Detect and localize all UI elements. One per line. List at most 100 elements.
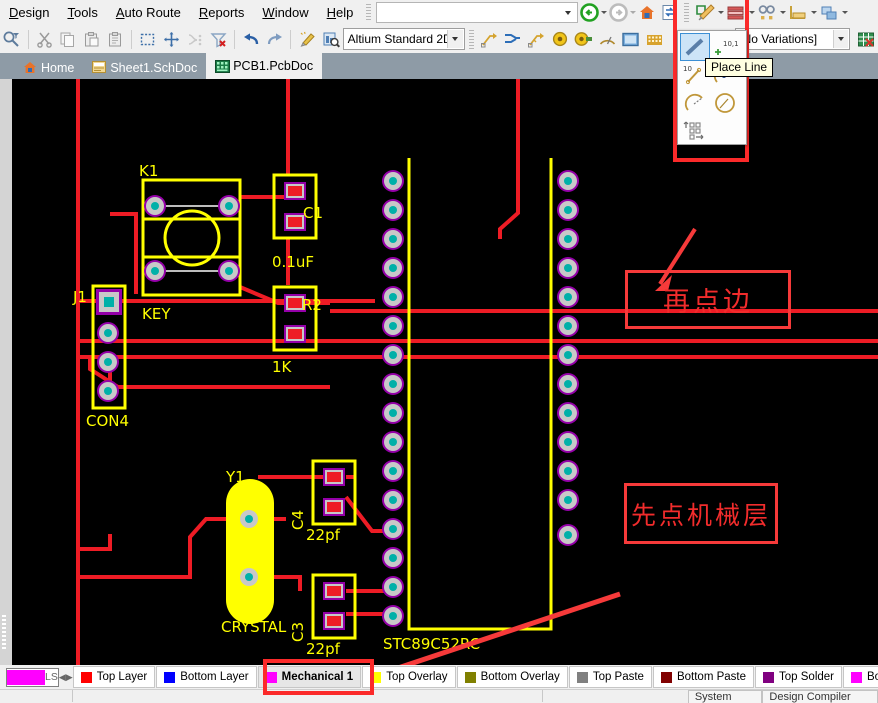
annotation-click-edge-box: 再点边 [625,270,791,329]
place-track-icon[interactable] [478,27,502,51]
menu-item-help[interactable]: Help [318,2,363,23]
place-polygon-icon[interactable] [643,27,667,51]
chevron-down-icon[interactable] [833,30,849,48]
annotation-click-mechanical-layer-text: 先点机械层 [630,500,771,530]
place-toolbar-grip[interactable] [468,29,474,49]
drawing-tools-flyout[interactable]: 10,10 10 [677,30,747,145]
menu-item-auto-route[interactable]: Auto Route [107,2,190,23]
place-line-tooltip: Place Line [705,58,774,77]
paste-icon[interactable] [80,27,104,51]
mechanical-layer-highlight-frame [263,659,374,695]
place-array-paste-icon[interactable] [680,117,710,145]
layers-button[interactable] [817,1,841,25]
place-pad-icon[interactable] [572,27,596,51]
layer-color-swatch [576,671,588,683]
select-area-icon[interactable] [136,27,160,51]
layer-tab-top-overlay[interactable]: Top Overlay [362,666,456,688]
layer-tab-top-layer[interactable]: Top Layer [72,666,156,688]
designator-c3-value: 22pf [306,640,341,658]
chevron-down-icon[interactable] [446,30,463,48]
toolbar-grip[interactable] [366,4,372,21]
doc-tab-pcb1-label: PCB1.PcbDoc [233,59,314,73]
layer-scroll-right-button[interactable]: ▶ [66,668,73,686]
move-icon[interactable] [160,27,184,51]
designator-r2: R2 [302,296,322,314]
component-c4 [311,459,357,526]
layer-tab-bar: LS ◀ ▶ Top Layer Bottom Layer Mechanical… [0,665,878,689]
back-button[interactable] [578,2,600,24]
layer-tab-bottom-paste[interactable]: Bottom Paste [652,666,755,688]
doc-tab-home-label: Home [41,60,75,75]
place-full-circle-icon[interactable] [710,89,740,117]
find-button[interactable] [755,1,779,25]
designator-c4-value: 22pf [306,526,341,544]
layer-tab-label: Top Layer [96,671,148,683]
place-arc-icon[interactable] [596,27,620,51]
layer-tab-label: Bottom Layer [180,671,249,683]
zoom-filter-icon[interactable] [0,27,24,51]
component-k1 [141,178,242,297]
search-combo[interactable] [376,2,579,23]
doc-tab-sheet1[interactable]: Sheet1.SchDoc [83,56,206,79]
cut-icon[interactable] [33,27,57,51]
designator-c4: C4 [289,510,307,530]
paste-special-icon[interactable] [103,27,127,51]
undo-icon[interactable] [239,27,263,51]
layer-tab-label: Top Overlay [386,671,448,683]
status-bar: System Design Compiler [0,689,878,703]
layer-tab-bottom-layer[interactable]: Bottom Layer [156,666,257,688]
layer-tab-top-solder[interactable]: Top Solder [755,666,842,688]
place-differential-pair-icon[interactable] [501,27,525,51]
place-route-icon[interactable] [525,27,549,51]
menu-item-window[interactable]: Window [253,2,317,23]
layer-tab-label: Bottom Solder [867,671,878,683]
layer-tab-top-paste[interactable]: Top Paste [568,666,652,688]
layer-tab-bottom-solder[interactable]: Bottom Solder [843,666,878,688]
ruler-button[interactable] [786,1,810,25]
layer-color-swatch [464,671,476,683]
board-traces [76,79,878,665]
layer-tab-label: Top Paste [592,671,644,683]
select-connection-icon[interactable] [183,27,207,51]
pcb-artwork[interactable]: K1 KEY C1 0.1uF R2 1K J1 CON4 Y1 CRYSTAL… [0,79,878,665]
svg-text:10: 10 [683,65,692,73]
layer-tab-label: Bottom Paste [676,671,747,683]
copy-icon[interactable] [56,27,80,51]
highlight-pen-icon[interactable] [295,27,319,51]
designator-r2-value: 1K [272,358,293,376]
chevron-down-icon[interactable] [560,3,575,22]
place-line-icon[interactable] [680,33,710,61]
forward-button[interactable] [607,2,629,24]
pcb-canvas[interactable]: K1 KEY C1 0.1uF R2 1K J1 CON4 Y1 CRYSTAL… [0,79,878,665]
place-arc-edge-icon[interactable] [680,89,710,117]
layer-tab-label: Bottom Overlay [480,671,560,683]
doc-tab-home[interactable]: Home [14,56,83,79]
silkscreen-text: K1 KEY C1 0.1uF R2 1K J1 CON4 Y1 CRYSTAL… [72,162,480,658]
layer-scroll-left-button[interactable]: ◀ [59,668,66,686]
export-excel-icon[interactable] [854,27,878,51]
place-line-tooltip-text: Place Line [711,60,768,74]
menu-item-reports[interactable]: Reports [190,2,254,23]
home-button[interactable] [636,2,658,24]
designator-key: KEY [142,305,171,323]
variation-combo[interactable]: [No Variations] [735,28,851,50]
layer-color-swatch [660,671,672,683]
clear-filter-icon[interactable] [207,27,231,51]
layer-tab-bottom-overlay[interactable]: Bottom Overlay [456,666,568,688]
place-coordinate-icon[interactable]: 10,10 [710,33,740,61]
layers-dropdown-icon[interactable] [842,11,849,14]
place-via-icon[interactable] [548,27,572,51]
place-fill-icon[interactable] [619,27,643,51]
layer-selector[interactable]: LS [6,667,59,687]
designator-c3: C3 [289,622,307,642]
schematic-icon [92,61,107,74]
design-standard-combo[interactable]: Altium Standard 2D [342,28,465,50]
menu-item-design[interactable]: Design [0,2,58,23]
menu-item-tools[interactable]: Tools [58,2,106,23]
ic-outline [407,158,553,631]
doc-tab-pcb1[interactable]: PCB1.PcbDoc [206,53,323,79]
designator-j1: J1 [72,288,87,306]
designator-c1-value: 0.1uF [272,253,314,271]
redo-icon[interactable] [263,27,287,51]
inspector-icon[interactable] [319,27,343,51]
